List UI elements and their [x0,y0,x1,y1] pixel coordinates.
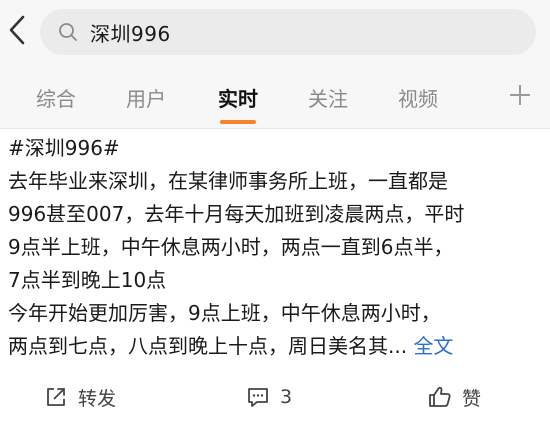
search-query: 深圳996 [90,21,171,46]
post-text-line: 9点半上班，中午休息两小时，两点一直到6点半， [8,235,454,259]
share-icon [44,385,68,409]
post-text-line-last: 两点到七点，八点到晚上十点，周日美名其... 全文 [8,330,544,363]
like-button[interactable]: 赞 [428,372,481,422]
tab-users[interactable]: 用户 [120,66,172,128]
thumbs-up-icon [428,385,452,409]
post-actions: 转发 3 赞 [0,372,550,422]
search-icon [58,22,78,42]
search-input[interactable]: 深圳996 [40,9,536,55]
tab-following[interactable]: 关注 [302,66,354,128]
post-text-truncated: 两点到七点，八点到晚上十点，周日美名其... [8,334,408,358]
tab-video[interactable]: 视频 [392,66,444,128]
full-text-link[interactable]: 全文 [413,334,453,358]
post-text-line: 996甚至007，去年十月每天加班到凌晨两点，平时 [8,202,465,226]
back-button[interactable] [4,14,30,50]
repost-button[interactable]: 转发 [44,372,116,422]
post-text-line: 去年毕业来深圳，在某律师事务所上班，一直都是 [8,169,448,193]
plus-icon [508,83,532,111]
chevron-left-icon [7,14,27,50]
comment-icon [246,385,270,409]
post-card[interactable]: #深圳996# 去年毕业来深圳，在某律师事务所上班，一直都是 996甚至007，… [8,132,544,363]
comment-button[interactable]: 3 [246,372,292,422]
tab-realtime[interactable]: 实时 [212,66,264,128]
hashtag-link[interactable]: #深圳996# [8,136,120,160]
tab-bar: 综合 用户 实时 关注 视频 [0,66,550,128]
post-text-line: 今年开始更加厉害，9点上班，中午休息两小时， [8,301,441,325]
repost-label: 转发 [78,387,117,410]
divider [0,128,550,129]
search-header: 深圳996 [0,0,550,66]
post-text-line: 7点半到晚上10点 [8,268,167,292]
like-label: 赞 [462,387,482,410]
add-tab-button[interactable] [504,81,536,113]
post-hashtag-line: #深圳996# [8,132,544,165]
comment-count: 3 [280,386,293,408]
tab-comprehensive[interactable]: 综合 [30,66,82,128]
active-tab-indicator [220,120,256,124]
